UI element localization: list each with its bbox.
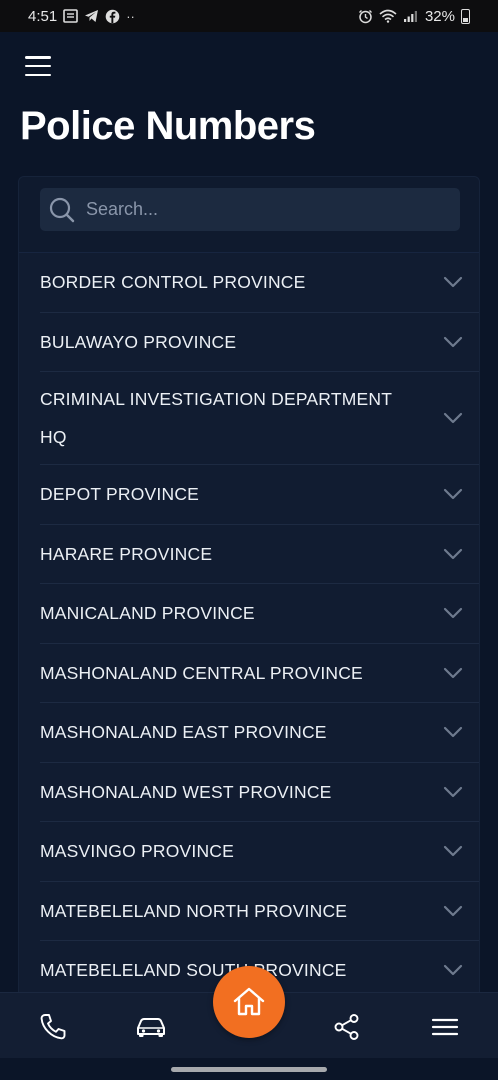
facebook-icon [105, 9, 120, 23]
list-item-harare[interactable]: HARARE PROVINCE [40, 525, 479, 584]
telegram-icon [85, 10, 99, 22]
list-item-label: MASHONALAND WEST PROVINCE [40, 781, 332, 802]
chevron-down-icon [443, 667, 463, 678]
nav-phone-button[interactable] [35, 1009, 71, 1045]
chevron-down-icon [443, 846, 463, 857]
chevron-down-icon [443, 277, 463, 288]
list-item-label: HARARE PROVINCE [40, 543, 213, 564]
share-icon [334, 1014, 359, 1040]
wifi-icon [379, 9, 397, 23]
list-item-label: MASHONALAND CENTRAL PROVINCE [40, 662, 363, 683]
signal-icon [403, 11, 417, 22]
province-card: BORDER CONTROL PROVINCE BULAWAYO PROVINC… [18, 176, 480, 1006]
list-item-mashonaland-east[interactable]: MASHONALAND EAST PROVINCE [40, 703, 479, 763]
province-list: BORDER CONTROL PROVINCE BULAWAYO PROVINC… [19, 253, 479, 1001]
menu-icon [431, 1018, 459, 1036]
list-item-label: MASHONALAND EAST PROVINCE [40, 722, 327, 743]
nav-car-button[interactable] [133, 1009, 169, 1045]
list-item-label: DEPOT PROVINCE [40, 484, 200, 505]
status-right: 32% [358, 8, 470, 25]
list-item-label: BULAWAYO PROVINCE [40, 331, 237, 352]
nav-share-button[interactable] [329, 1009, 365, 1045]
alarm-icon [358, 9, 372, 23]
list-item-bulawayo[interactable]: BULAWAYO PROVINCE [40, 313, 479, 372]
chevron-down-icon [443, 548, 463, 559]
list-item-masvingo[interactable]: MASVINGO PROVINCE [40, 822, 479, 882]
list-item-depot[interactable]: DEPOT PROVINCE [40, 465, 479, 525]
hamburger-menu-button[interactable] [25, 56, 51, 76]
car-icon [137, 1018, 165, 1037]
search-box[interactable] [40, 188, 460, 231]
list-item-cid-hq[interactable]: CRIMINAL INVESTIGATION DEPARTMENT HQ [40, 372, 479, 465]
phone-icon [40, 1014, 66, 1040]
search-input[interactable] [86, 199, 436, 220]
chevron-down-icon [443, 905, 463, 916]
list-item-manicaland[interactable]: MANICALAND PROVINCE [40, 584, 479, 644]
home-icon [233, 987, 265, 1016]
news-icon [63, 9, 79, 23]
status-left: 4:51 ·· [28, 8, 135, 25]
status-time: 4:51 [28, 7, 58, 25]
gesture-bar[interactable] [171, 1067, 327, 1072]
chevron-down-icon [443, 608, 463, 619]
battery-icon [461, 8, 470, 24]
gesture-area [0, 1058, 498, 1080]
nav-menu-button[interactable] [427, 1009, 463, 1045]
chevron-down-icon [443, 727, 463, 738]
list-item-mashonaland-central[interactable]: MASHONALAND CENTRAL PROVINCE [40, 644, 479, 703]
search-area [19, 177, 479, 253]
chevron-down-icon [443, 489, 463, 500]
list-item-label: MANICALAND PROVINCE [40, 603, 255, 624]
hamburger-icon-bar [25, 73, 51, 76]
list-item-label: CRIMINAL INVESTIGATION DEPARTMENT HQ [40, 389, 392, 447]
hamburger-icon-bar [25, 56, 51, 59]
chevron-down-icon [443, 336, 463, 347]
list-item-label: MASVINGO PROVINCE [40, 841, 234, 862]
chevron-down-icon [443, 965, 463, 976]
search-icon [49, 197, 75, 222]
list-item-mashonaland-west[interactable]: MASHONALAND WEST PROVINCE [40, 763, 479, 822]
list-item-label: MATEBELELAND SOUTH PROVINCE [40, 960, 347, 981]
list-item-label: MATEBELELAND NORTH PROVINCE [40, 900, 348, 921]
status-overflow: ·· [126, 8, 135, 24]
status-bar: 4:51 ·· 32% [0, 0, 498, 32]
hamburger-icon-bar [25, 64, 51, 68]
list-item-border-control[interactable]: BORDER CONTROL PROVINCE [40, 253, 479, 313]
nav-home-button[interactable] [213, 966, 285, 1038]
chevron-down-icon [443, 412, 463, 424]
list-item-matebeleland-north[interactable]: MATEBELELAND NORTH PROVINCE [40, 882, 479, 941]
battery-percentage: 32% [424, 7, 455, 25]
chevron-down-icon [443, 786, 463, 797]
list-item-label: BORDER CONTROL PROVINCE [40, 272, 306, 293]
page-title: Police Numbers [20, 104, 316, 148]
